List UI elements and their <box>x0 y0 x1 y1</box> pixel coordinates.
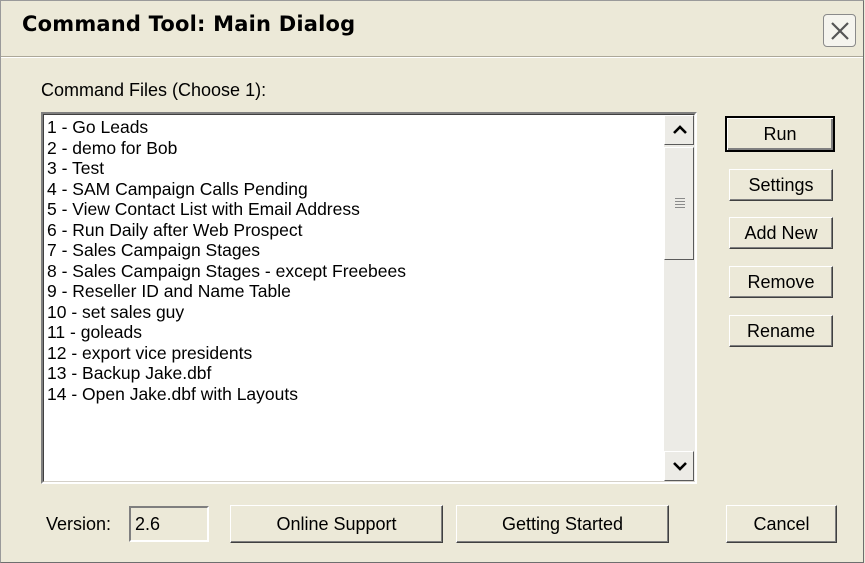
command-files-listbox[interactable]: 1 - Go Leads 2 - demo for Bob 3 - Test 4 - … <box>41 112 697 484</box>
remove-button[interactable]: Remove <box>729 266 833 298</box>
command-file-item[interactable]: 12 - export vice presidents <box>47 343 406 364</box>
command-file-item[interactable]: 5 - View Contact List with Email Address <box>47 199 406 220</box>
command-file-item[interactable]: 8 - Sales Campaign Stages - except Freeb… <box>47 261 406 282</box>
version-field: 2.6 <box>129 506 209 542</box>
title-separator <box>1 56 863 58</box>
grip-icon <box>675 198 685 210</box>
run-button[interactable]: Run <box>725 116 835 152</box>
command-file-item[interactable]: 11 - goleads <box>47 322 406 343</box>
command-tool-dialog: Command Tool: Main Dialog Command Files … <box>0 0 864 563</box>
cancel-button[interactable]: Cancel <box>726 505 837 543</box>
window-title: Command Tool: Main Dialog <box>22 12 356 36</box>
version-label: Version: <box>46 514 112 534</box>
command-file-item[interactable]: 4 - SAM Campaign Calls Pending <box>47 179 406 200</box>
arrow-up-icon <box>673 125 687 134</box>
command-file-item[interactable]: 10 - set sales guy <box>47 302 406 323</box>
command-file-item[interactable]: 13 - Backup Jake.dbf <box>47 363 406 384</box>
settings-button[interactable]: Settings <box>729 169 833 201</box>
command-file-item[interactable]: 7 - Sales Campaign Stages <box>47 240 406 261</box>
command-file-item[interactable]: 1 - Go Leads <box>47 117 406 138</box>
command-file-item[interactable]: 9 - Reseller ID and Name Table <box>47 281 406 302</box>
getting-started-button[interactable]: Getting Started <box>456 505 669 543</box>
vertical-scrollbar[interactable] <box>664 115 695 481</box>
scroll-thumb[interactable] <box>664 147 694 260</box>
online-support-button[interactable]: Online Support <box>230 505 443 543</box>
command-file-item[interactable]: 3 - Test <box>47 158 406 179</box>
title-bar[interactable]: Command Tool: Main Dialog <box>1 1 863 47</box>
close-icon <box>831 22 849 40</box>
command-files-list: 1 - Go Leads 2 - demo for Bob 3 - Test 4 - … <box>47 117 406 404</box>
arrow-down-icon <box>673 462 687 471</box>
command-file-item[interactable]: 6 - Run Daily after Web Prospect <box>47 220 406 241</box>
scroll-down-button[interactable] <box>664 451 694 481</box>
rename-button[interactable]: Rename <box>729 315 833 347</box>
add-new-button[interactable]: Add New <box>729 217 833 249</box>
command-file-item[interactable]: 14 - Open Jake.dbf with Layouts <box>47 384 406 405</box>
close-button[interactable] <box>823 14 856 47</box>
command-file-item[interactable]: 2 - demo for Bob <box>47 138 406 159</box>
scroll-up-button[interactable] <box>664 115 694 145</box>
command-files-label: Command Files (Choose 1): <box>41 80 267 100</box>
